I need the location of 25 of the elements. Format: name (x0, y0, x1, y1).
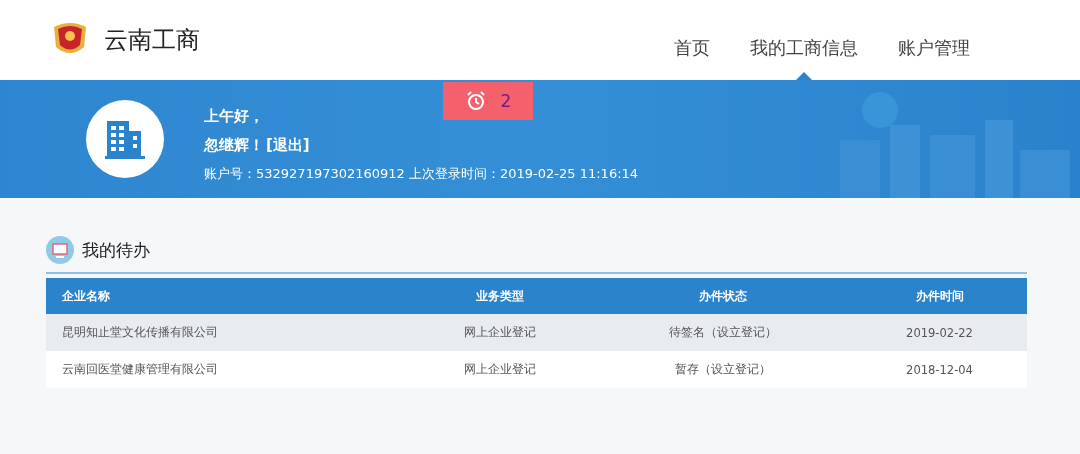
table-cell-text: 网上企业登记 (463, 325, 537, 340)
nav-tab[interactable]: 首页 (674, 36, 710, 80)
alert-count: 2 (500, 91, 512, 111)
monitor-icon (46, 236, 74, 264)
table-cell-text: 昆明知止堂文化传播有限公司 (61, 325, 219, 340)
column-header: 办件状态 (698, 287, 748, 305)
table-row[interactable]: 昆明知止堂文化传播有限公司 网上企业登记 待签名（设立登记） 2019-02-22 (46, 314, 1027, 351)
table-row[interactable]: 云南回医堂健康管理有限公司 网上企业登记 暂存（设立登记） 2018-12-04 (46, 351, 1027, 388)
column-header: 企业名称 (61, 287, 111, 305)
column-header: 业务类型 (475, 287, 525, 305)
table-cell-text: 暂存（设立登记） (674, 362, 772, 377)
account-info: 账户号：532927197302160912 上次登录时间：2019-02-25 11:16:14 (204, 165, 639, 183)
table-cell-text: 2018-12-04 (905, 362, 974, 377)
table-cell-text: 网上企业登记 (463, 362, 537, 377)
nav-tab[interactable]: 我的工商信息 (750, 36, 858, 80)
table-cell-text: 2019-02-22 (905, 325, 974, 340)
greeting: 上午好， (204, 107, 265, 126)
column-header: 办件时间 (914, 287, 965, 305)
table-cell-text: 待签名（设立登记） (668, 325, 778, 340)
user-name: 忽继辉！ (204, 136, 264, 155)
logout-link[interactable]: [退出] (266, 136, 310, 155)
site-title: 云南工商 (104, 25, 200, 56)
table-cell-text: 云南回医堂健康管理有限公司 (61, 362, 219, 377)
nav-tab[interactable]: 账户管理 (898, 36, 970, 80)
section-title: 我的待办 (82, 238, 150, 262)
